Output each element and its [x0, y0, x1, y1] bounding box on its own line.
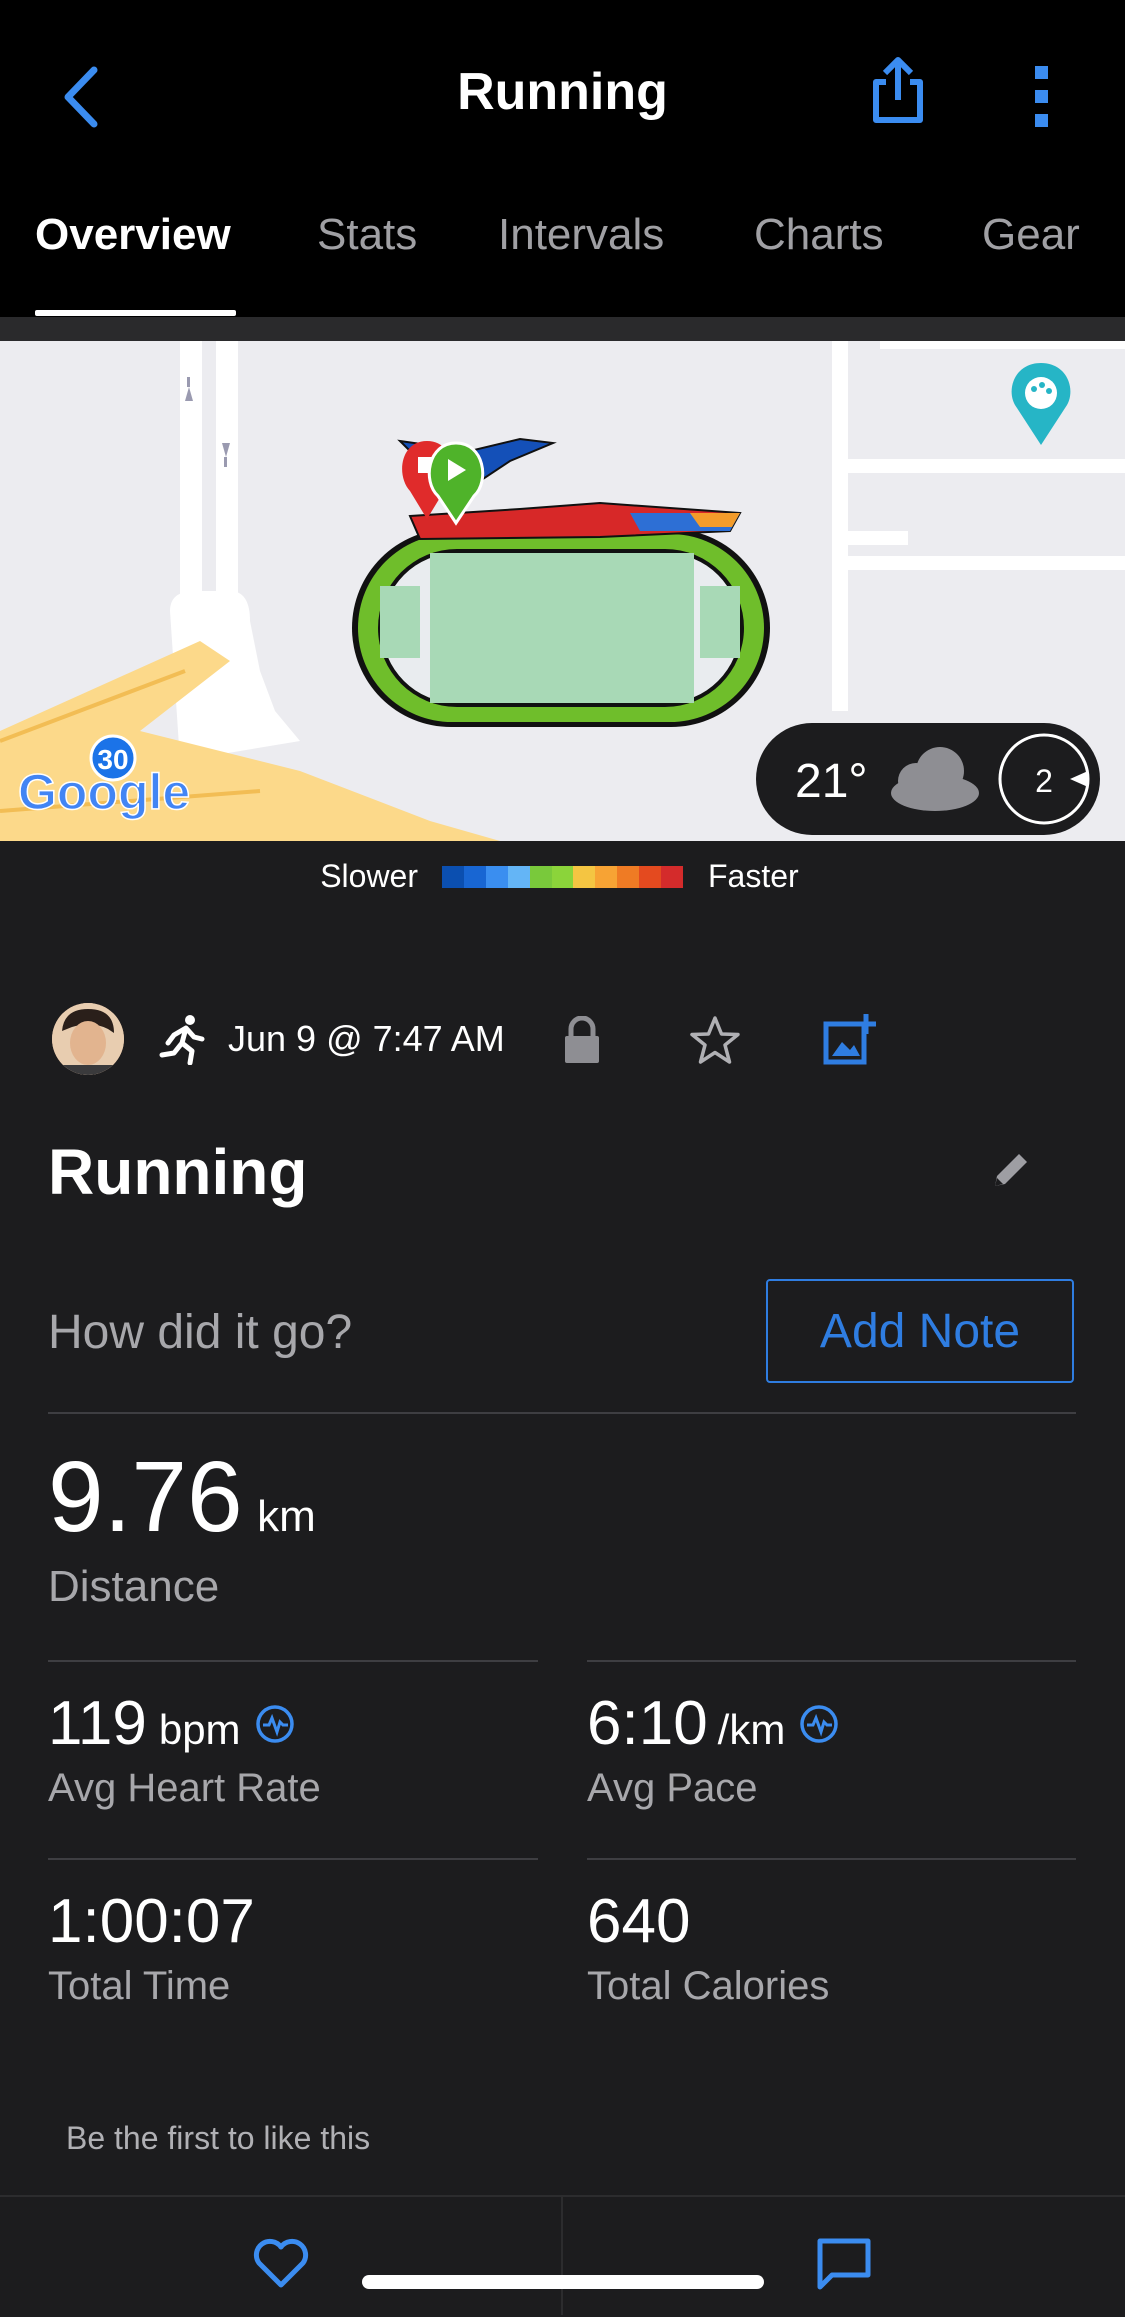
pace-label: Avg Pace — [587, 1766, 758, 1810]
activity-date: Jun 9 @ 7:47 AM — [228, 1018, 505, 1059]
pace-color-segment — [551, 866, 574, 888]
add-note-button[interactable]: Add Note — [766, 1279, 1074, 1383]
google-logo: Google — [18, 764, 190, 820]
total-time-label: Total Time — [48, 1964, 231, 2008]
legend-slower-label: Slower — [320, 858, 418, 894]
tab-stats[interactable]: Stats — [317, 210, 417, 260]
pace-color-segment — [661, 866, 683, 888]
tab-gear[interactable]: Gear — [982, 210, 1080, 260]
distance-unit: km — [257, 1492, 316, 1541]
pace-color-segment — [595, 866, 618, 888]
distance-value: 9.76 — [48, 1441, 243, 1553]
lock-icon[interactable] — [562, 1016, 602, 1064]
pace-color-segment — [573, 866, 596, 888]
divider — [587, 1660, 1076, 1662]
distance-stat: 9.76 km — [48, 1440, 316, 1555]
avatar[interactable] — [52, 1003, 124, 1075]
pace-color-segment — [639, 866, 662, 888]
pace-unit: /km — [717, 1706, 786, 1753]
pace-color-segment — [529, 866, 552, 888]
wind-indicator: 2 — [1035, 763, 1053, 799]
share-icon[interactable] — [868, 56, 928, 126]
add-photo-icon[interactable] — [822, 1012, 878, 1068]
divider — [587, 1858, 1076, 1860]
tab-overview[interactable]: Overview — [35, 210, 231, 260]
pace-color-segment — [617, 866, 640, 888]
route-map[interactable]: 30 Google 21° 2 — [0, 341, 1125, 841]
heart-rate-monitor-icon[interactable] — [255, 1704, 295, 1744]
legend-faster-label: Faster — [708, 858, 799, 894]
pace-color-segment — [442, 866, 464, 888]
activity-name: Running — [48, 1136, 308, 1208]
bottom-bar-separator — [561, 2197, 563, 2315]
heart-rate-unit: bpm — [158, 1706, 241, 1753]
heart-rate-value: 119 — [48, 1689, 147, 1758]
pace-color-scale — [442, 866, 683, 888]
pace-color-segment — [485, 866, 508, 888]
pace-value: 6:10 — [587, 1689, 708, 1758]
pace-color-segment — [463, 866, 486, 888]
tab-charts[interactable]: Charts — [754, 210, 884, 260]
distance-label: Distance — [48, 1562, 220, 1611]
star-icon[interactable] — [688, 1014, 742, 1068]
pace-color-segment — [507, 866, 530, 888]
total-calories-value: 640 — [587, 1887, 691, 1956]
weather-temperature: 21° — [795, 755, 868, 808]
heart-rate-label: Avg Heart Rate — [48, 1766, 321, 1810]
total-time-value: 1:00:07 — [48, 1887, 255, 1956]
heart-icon[interactable] — [252, 2237, 310, 2289]
pencil-icon[interactable] — [987, 1146, 1035, 1194]
map-canvas: 30 Google 21° 2 — [0, 341, 1125, 841]
running-icon — [159, 1015, 205, 1065]
more-vertical-icon[interactable] — [1025, 62, 1059, 132]
comment-icon[interactable] — [816, 2237, 872, 2291]
heart-rate-stat: 119 bpm — [48, 1688, 295, 1759]
pace-monitor-icon[interactable] — [799, 1704, 839, 1744]
divider — [48, 1858, 538, 1860]
tabs-divider — [0, 317, 1125, 341]
active-tab-indicator — [35, 310, 236, 316]
tab-intervals[interactable]: Intervals — [498, 210, 664, 260]
likes-text: Be the first to like this — [66, 2120, 371, 2156]
divider — [48, 1412, 1076, 1414]
note-prompt[interactable]: How did it go? — [48, 1305, 352, 1360]
home-indicator — [362, 2275, 764, 2289]
pace-stat: 6:10 /km — [587, 1688, 839, 1759]
divider — [48, 1660, 538, 1662]
page-title: Running — [457, 63, 668, 121]
total-calories-label: Total Calories — [587, 1964, 830, 2008]
